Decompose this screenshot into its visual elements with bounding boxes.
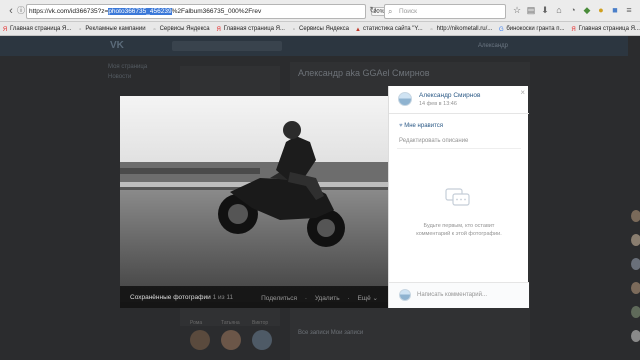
divider — [397, 148, 521, 149]
bookmark-item[interactable]: ▲ статистика сайта "Y... — [353, 22, 427, 35]
comment-input[interactable]: Написать комментарий... — [417, 292, 487, 298]
page-icon: ▫ — [153, 27, 156, 33]
page-icon: ▫ — [79, 27, 82, 33]
vk-logo[interactable]: VK — [110, 40, 124, 51]
profile-name: Александр aka GGAel Смирнов — [298, 68, 430, 78]
sidebar-item-my-page[interactable]: Моя страница — [108, 64, 147, 70]
bookmark-item[interactable]: Я Главная страница Я... — [569, 22, 640, 35]
url-prefix: https://vk.com/id366735?z= — [29, 8, 109, 15]
author-header: Александр Смирнов 14 фев в 13:46 × — [389, 86, 529, 114]
addon-icon[interactable]: ● — [596, 5, 606, 15]
library-icon[interactable]: ▤ — [526, 5, 536, 15]
photo-info-panel: Александр Смирнов 14 фев в 13:46 × ♥ Мне… — [388, 86, 529, 308]
bookmark-label: Главная страница Я... — [223, 26, 285, 32]
bookmarks-bar: Я Главная страница Я... ▫ Рекламные кампани… — [0, 22, 640, 36]
photo-footer: Сохранённые фотографии 1 из 11 Поделитьс… — [120, 286, 388, 308]
album-link[interactable]: Сохранённые фотографии — [130, 294, 211, 301]
sync-icon[interactable]: ■ — [610, 5, 620, 15]
chat-avatar[interactable] — [631, 282, 640, 294]
friend-name[interactable]: Рома — [190, 320, 202, 326]
reload-icon[interactable]: ↻ — [368, 5, 378, 15]
chat-avatar[interactable] — [631, 306, 640, 318]
star-icon[interactable]: ☆ — [512, 5, 522, 15]
chat-avatar[interactable] — [631, 330, 640, 342]
friend-name[interactable]: Виктор — [252, 320, 268, 326]
comments-icon — [445, 188, 470, 206]
bookmark-label: статистика сайта "Y... — [363, 26, 423, 32]
more-button[interactable]: Ещё ⌄ — [357, 295, 378, 302]
search-box[interactable]: ⌕ Поиск — [384, 4, 506, 19]
edit-description-link[interactable]: Редактировать описание — [399, 138, 468, 144]
yandex-icon: Я — [571, 27, 576, 33]
share-button[interactable]: Поделиться — [261, 295, 297, 302]
bookmark-label: бинокоски гранта п... — [506, 26, 565, 32]
wall-tabs[interactable]: Все записи Мои записи — [298, 330, 363, 336]
like-label: Мне нравится — [404, 123, 444, 129]
bookmark-label: Сервисы Яндекса — [298, 26, 350, 32]
yandex-icon: Я — [216, 27, 221, 33]
friend-avatar[interactable] — [190, 330, 210, 350]
sidebar-item-news[interactable]: Новости — [108, 74, 131, 80]
chat-avatar[interactable] — [631, 258, 640, 270]
bookmark-item[interactable]: ▫ Сервисы Яндекса — [150, 22, 214, 35]
menu-icon[interactable]: ≡ — [624, 5, 634, 15]
bookmark-item[interactable]: Gбинокоски гранта п... — [496, 22, 568, 35]
heart-icon: ♥ — [399, 123, 403, 129]
my-avatar — [399, 289, 411, 301]
yandex-icon: Я — [2, 27, 8, 33]
vk-search-input[interactable] — [172, 41, 282, 51]
photo-counter: 1 из 11 — [212, 294, 234, 301]
comment-composer: Написать комментарий... — [389, 282, 529, 308]
friend-avatar[interactable] — [252, 330, 272, 350]
photo-image[interactable] — [120, 96, 388, 308]
close-icon[interactable]: × — [520, 88, 525, 97]
browser-toolbar: ‹ ⓘ https://vk.com/id366735?z=photo36673… — [0, 0, 640, 22]
chart-icon: ▲ — [355, 27, 361, 33]
bookmark-label: Сервисы Яндекса — [159, 26, 210, 32]
author-name[interactable]: Александр Смирнов — [419, 92, 480, 99]
search-placeholder: Поиск — [399, 8, 418, 15]
extension-icon[interactable]: ◆ — [582, 5, 592, 15]
address-bar[interactable]: https://vk.com/id366735?z=photo366735_45… — [26, 4, 387, 19]
bookmark-label: http://nikometall.ru/... — [436, 26, 493, 32]
bookmark-item[interactable]: ▫ Сервисы Яндекса — [289, 22, 353, 35]
friend-avatar[interactable] — [221, 330, 241, 350]
like-button[interactable]: ♥ Мне нравится — [399, 123, 443, 129]
vk-user-menu[interactable]: Александр — [478, 43, 508, 49]
photo-date[interactable]: 14 фев в 13:46 — [419, 101, 457, 107]
search-icon: ⌕ — [388, 7, 393, 16]
author-avatar[interactable] — [398, 92, 412, 106]
bookmark-label: Рекламные кампании — [85, 26, 146, 32]
url-suffix: %2Falbum366735_000%2Frev — [171, 8, 262, 15]
google-icon: G — [498, 27, 504, 33]
bookmark-item[interactable]: Я Главная страница Я... — [0, 22, 75, 35]
page-icon: ▫ — [430, 27, 433, 33]
empty-comments-text: Будьте первым, кто оставит комментарий к… — [416, 223, 502, 237]
page-icon: ▫ — [292, 27, 296, 33]
pocket-icon[interactable]: ◔ — [568, 5, 578, 15]
vk-header: VK Александр — [0, 36, 640, 56]
bookmark-item[interactable]: ▫ Рекламные кампании — [75, 22, 149, 35]
bookmark-label: Главная страница Я... — [10, 26, 72, 32]
download-icon[interactable]: ⬇ — [540, 5, 550, 15]
bookmark-item[interactable]: ▫ http://nikometall.ru/... — [427, 22, 497, 35]
motorcycle-photo — [120, 96, 388, 308]
chat-avatar[interactable] — [631, 234, 640, 246]
url-selected-text: photo366735_456239 — [108, 8, 172, 15]
home-icon[interactable]: ⌂ — [554, 5, 564, 15]
bookmark-label: Главная страница Я... — [578, 26, 640, 32]
friend-name[interactable]: Татьяна — [221, 320, 240, 326]
chat-avatar[interactable] — [631, 210, 640, 222]
bookmark-item[interactable]: Я Главная страница Я... — [214, 22, 289, 35]
delete-button[interactable]: Удалить — [315, 295, 340, 302]
